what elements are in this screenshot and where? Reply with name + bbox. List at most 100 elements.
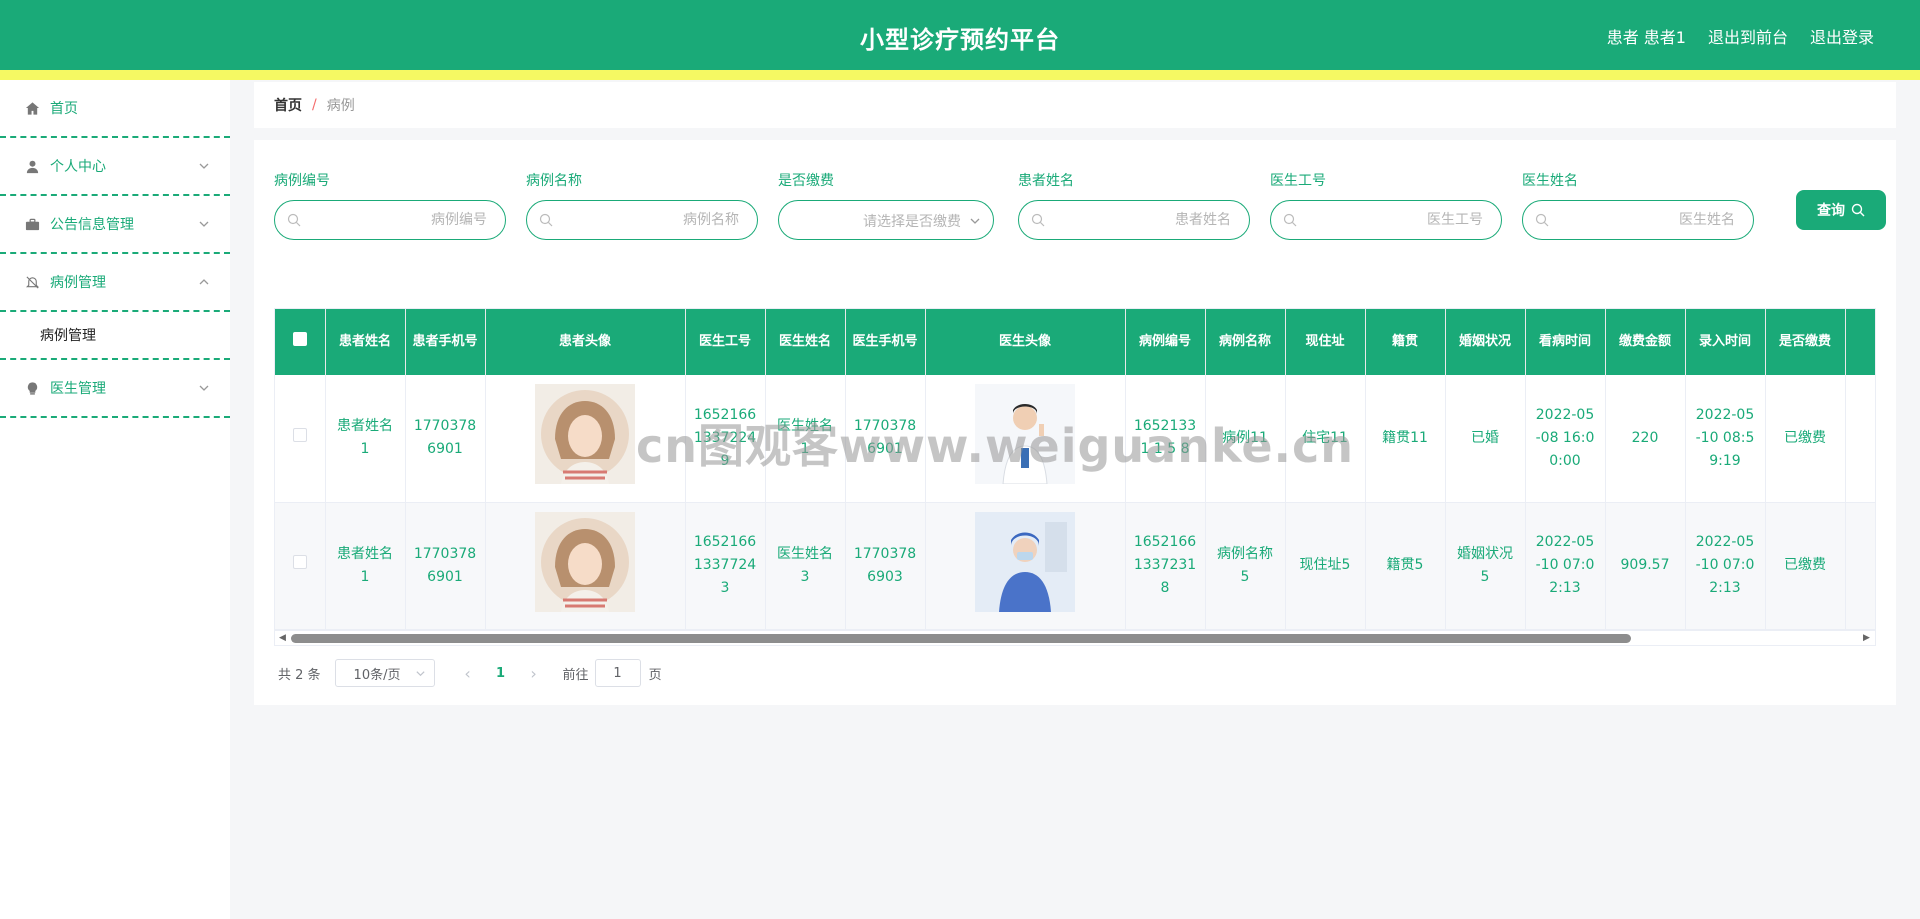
cell-doctor-phone: 17703786903 — [845, 502, 926, 630]
row-select-cell — [275, 375, 326, 503]
scroll-right-icon[interactable]: ▶ — [1863, 634, 1871, 643]
sidebar-item-notice-management[interactable]: 公告信息管理 — [0, 196, 230, 254]
query-button[interactable]: 查询 — [1796, 190, 1886, 230]
column-header: 患者头像 — [485, 309, 686, 375]
cell-patient-phone: 17703786901 — [405, 502, 486, 630]
cell-doctor-name: 医生姓名3 — [765, 502, 846, 630]
row-checkbox[interactable] — [292, 555, 307, 569]
logout-link[interactable]: 退出登录 — [1810, 24, 1874, 48]
field-label: 病例编号 — [274, 173, 330, 189]
doctor-name-input-wrapper — [1522, 200, 1754, 240]
field-label: 医生姓名 — [1522, 173, 1578, 189]
sidebar-item-label: 公告信息管理 — [50, 217, 134, 233]
search-form: 病例编号 病例名称 是否缴费 请选择是否缴费 患者姓名 — [274, 170, 1886, 250]
cell-empty — [1845, 375, 1875, 503]
cell-address: 现住址5 — [1285, 502, 1366, 630]
column-header: 患者姓名 — [325, 309, 406, 375]
column-header: 病例名称 — [1205, 309, 1286, 375]
exit-to-front-link[interactable]: 退出到前台 — [1708, 24, 1788, 48]
select-all-checkbox[interactable] — [292, 331, 307, 346]
field-label: 医生工号 — [1270, 173, 1326, 189]
top-header: 小型诊疗预约平台 患者 患者1 退出到前台 退出登录 — [0, 0, 1920, 70]
cell-doctor-avatar — [925, 502, 1126, 630]
chevron-up-icon — [199, 279, 209, 285]
cell-visit-time: 2022-05-08 16:00:00 — [1525, 375, 1606, 503]
cell-empty — [1845, 502, 1875, 630]
search-icon — [287, 213, 301, 227]
header-accent-strip — [0, 70, 1920, 80]
select-all-cell — [275, 309, 326, 375]
column-header: 医生工号 — [685, 309, 766, 375]
column-header: 缴费金额 — [1605, 309, 1686, 375]
patient-avatar-image — [535, 384, 635, 485]
table-row[interactable]: 患者姓名1 17703786901 16521661337724 3 医生姓名3… — [275, 502, 1875, 630]
field-label: 病例名称 — [526, 173, 582, 189]
scroll-left-icon[interactable]: ◀ — [279, 634, 287, 643]
sidebar: 首页 个人中心 公告信息管理 病例管理 病例管理 医生管理 — [0, 80, 230, 919]
goto-page-input[interactable] — [594, 659, 641, 687]
column-header: 患者手机号 — [405, 309, 486, 375]
search-icon — [539, 213, 553, 227]
patient-name-input[interactable] — [1055, 209, 1231, 231]
column-header: 婚姻状况 — [1445, 309, 1526, 375]
breadcrumb: 首页 / 病例 — [254, 82, 1896, 128]
patient-avatar-image — [535, 511, 635, 612]
next-page-button[interactable]: › — [519, 664, 549, 683]
cell-paid: 已缴费 — [1765, 502, 1846, 630]
column-header: 录入时间 — [1685, 309, 1766, 375]
cell-marital: 婚姻状况5 — [1445, 502, 1526, 630]
cell-entry-time: 2022-05-10 07:02:13 — [1685, 502, 1766, 630]
scrollbar-thumb[interactable] — [291, 634, 1631, 643]
search-icon — [1535, 213, 1549, 227]
pagination-total: 共 2 条 — [278, 667, 321, 683]
cell-doctor-no: 16521661337724 3 — [685, 502, 766, 630]
doctor-avatar-image — [975, 511, 1075, 612]
cell-native-place: 籍贯11 — [1365, 375, 1446, 503]
sidebar-subitem-case-management[interactable]: 病例管理 — [0, 312, 230, 360]
column-header: 看病时间 — [1525, 309, 1606, 375]
prev-page-button[interactable]: ‹ — [453, 664, 483, 683]
horizontal-scrollbar[interactable]: ◀ ▶ — [274, 630, 1876, 646]
chevron-down-icon — [415, 671, 425, 677]
cell-case-no: 16521661337231 8 — [1125, 502, 1206, 630]
paid-select-placeholder: 请选择是否缴费 — [863, 214, 961, 230]
cell-marital: 已婚 — [1445, 375, 1526, 503]
search-field-case-no: 病例编号 — [274, 170, 506, 240]
case-name-input-wrapper — [526, 200, 758, 240]
page-number-current[interactable]: 1 — [483, 666, 519, 681]
page-unit-label: 页 — [648, 667, 662, 683]
home-icon — [24, 100, 40, 116]
lightbulb-icon — [24, 380, 40, 396]
chevron-down-icon — [970, 218, 980, 224]
doctor-no-input[interactable] — [1307, 209, 1483, 231]
case-name-input[interactable] — [563, 209, 739, 231]
cell-entry-time: 2022-05-10 08:59:19 — [1685, 375, 1766, 503]
doctor-no-input-wrapper — [1270, 200, 1502, 240]
column-header: 病例编号 — [1125, 309, 1206, 375]
sidebar-item-home[interactable]: 首页 — [0, 80, 230, 138]
breadcrumb-current: 病例 — [326, 98, 355, 114]
pagination: 共 2 条 10条/页 ‹ 1 › 前往 页 — [278, 658, 662, 688]
case-no-input[interactable] — [311, 209, 487, 231]
page-size-select[interactable]: 10条/页 — [334, 659, 435, 687]
sidebar-item-doctor-management[interactable]: 医生管理 — [0, 360, 230, 418]
row-checkbox[interactable] — [292, 427, 307, 442]
cell-fee: 220 — [1605, 375, 1686, 503]
sidebar-item-label: 医生管理 — [50, 381, 106, 397]
search-field-doctor-no: 医生工号 — [1270, 170, 1502, 240]
patient-name-input-wrapper — [1018, 200, 1250, 240]
case-table: 患者姓名 患者手机号 患者头像 医生工号 医生姓名 医生手机号 医生头像 病例编… — [274, 308, 1876, 646]
field-label: 是否缴费 — [778, 173, 834, 189]
breadcrumb-separator: / — [312, 97, 317, 113]
case-no-input-wrapper — [274, 200, 506, 240]
paid-select[interactable]: 请选择是否缴费 — [778, 200, 994, 240]
cell-patient-avatar — [485, 502, 686, 630]
column-header: 现住址 — [1285, 309, 1366, 375]
sidebar-item-case-management[interactable]: 病例管理 — [0, 254, 230, 312]
column-header: 医生头像 — [925, 309, 1126, 375]
search-icon — [1283, 213, 1297, 227]
sidebar-item-personal-center[interactable]: 个人中心 — [0, 138, 230, 196]
sidebar-item-label: 首页 — [50, 101, 78, 117]
breadcrumb-home[interactable]: 首页 — [274, 95, 302, 115]
doctor-name-input[interactable] — [1559, 209, 1735, 231]
